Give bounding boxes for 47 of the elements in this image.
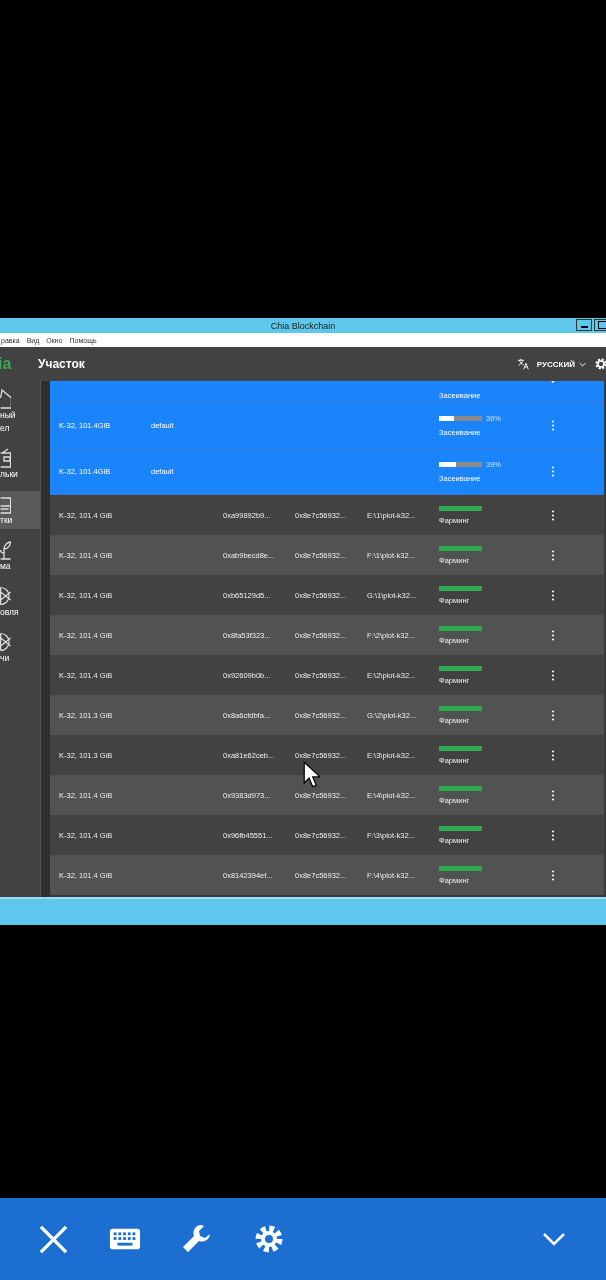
wallet-icon <box>0 447 11 468</box>
status-bar <box>439 585 482 591</box>
window-title: Chia Blockchain <box>270 320 336 331</box>
more-icon[interactable] <box>551 669 555 681</box>
more-icon[interactable] <box>551 749 555 761</box>
home-icon <box>0 389 11 409</box>
status-bar <box>439 705 482 711</box>
status-bar <box>439 785 482 791</box>
status-bar <box>439 865 482 871</box>
status-bar <box>439 825 482 831</box>
more-icon[interactable] <box>551 549 555 561</box>
page-title: Участок <box>38 357 86 371</box>
progress-bar <box>439 462 482 467</box>
more-icon[interactable] <box>551 869 555 881</box>
translate-icon[interactable] <box>516 358 529 370</box>
minimize-button[interactable] <box>576 319 592 331</box>
plant-icon <box>0 539 11 560</box>
status-bar <box>439 745 482 751</box>
progress-bar <box>439 416 482 421</box>
settings-icon[interactable] <box>253 1223 285 1255</box>
globe-icon <box>0 631 11 652</box>
status-bar <box>439 625 482 631</box>
sidebar-item[interactable]: овля <box>0 583 40 621</box>
sidebar-item[interactable]: чи <box>0 629 40 667</box>
scrollbar-track[interactable] <box>40 381 50 897</box>
more-icon[interactable] <box>551 709 555 721</box>
more-icon[interactable] <box>551 829 555 841</box>
language-selector[interactable]: РУССКИЙ <box>532 359 579 369</box>
more-icon[interactable] <box>551 789 555 801</box>
more-icon[interactable] <box>551 629 555 641</box>
chevron-down-icon[interactable] <box>579 361 586 367</box>
more-icon[interactable] <box>551 589 555 601</box>
sidebar-item[interactable]: льки <box>0 445 40 483</box>
sidebar-item[interactable]: тки <box>0 491 40 529</box>
status-bar <box>439 665 482 671</box>
maximize-button[interactable] <box>594 319 606 331</box>
chevron-down-icon[interactable] <box>542 1232 566 1246</box>
sidebar-item[interactable]: ма <box>0 537 40 575</box>
pin-icon <box>0 585 11 606</box>
sidebar-item[interactable]: ный ел <box>0 387 40 437</box>
status-bar <box>439 545 482 551</box>
more-icon[interactable] <box>551 509 555 521</box>
wrench-icon[interactable] <box>181 1223 213 1255</box>
settings-icon[interactable] <box>594 357 606 371</box>
mouse-cursor-icon <box>303 761 320 788</box>
status-bar <box>439 505 482 511</box>
close-icon[interactable] <box>38 1223 69 1255</box>
